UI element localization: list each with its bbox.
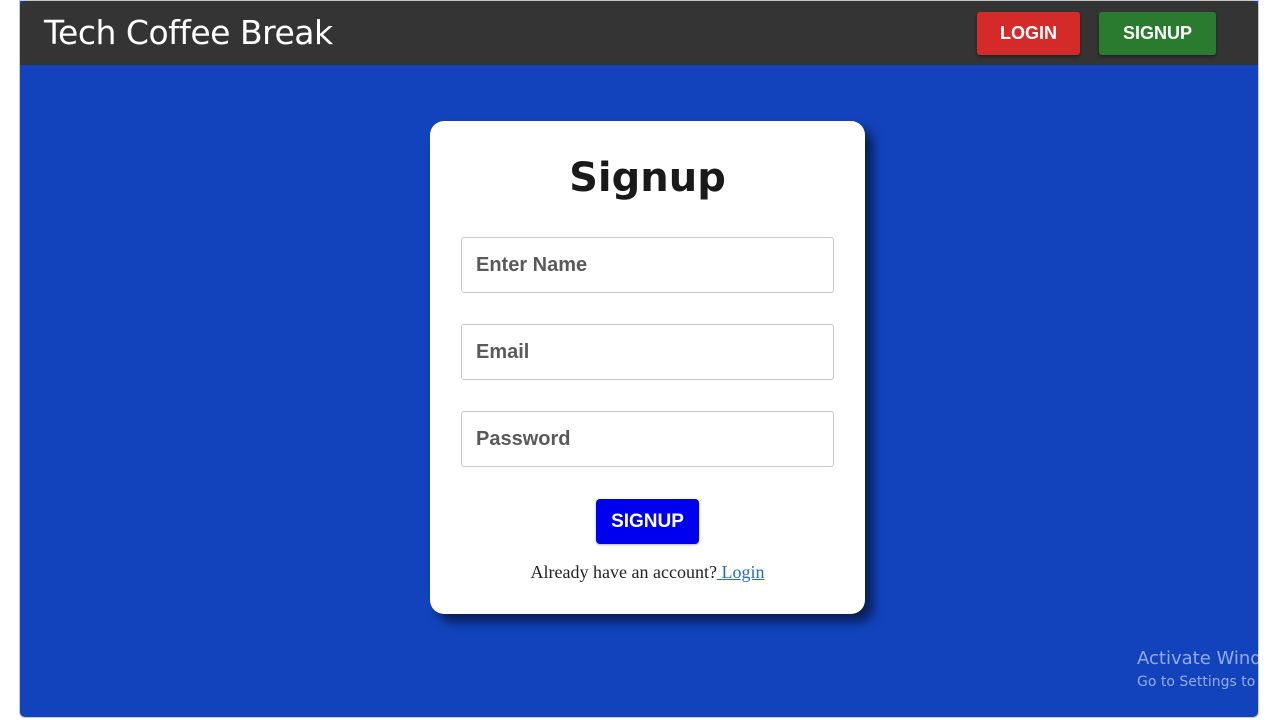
- nav-login-button[interactable]: LOGIN: [977, 12, 1080, 55]
- brand-title[interactable]: Tech Coffee Break: [44, 13, 333, 53]
- top-navbar: Tech Coffee Break LOGIN SIGNUP: [20, 1, 1258, 65]
- login-prompt: Already have an account? Login: [430, 562, 865, 583]
- nav-signup-button[interactable]: SIGNUP: [1099, 12, 1216, 55]
- form-title: Signup: [569, 155, 726, 201]
- password-input[interactable]: [461, 411, 834, 467]
- activate-windows-watermark: Activate Wind Go to Settings to a: [1137, 648, 1268, 692]
- signup-submit-button[interactable]: SIGNUP: [596, 499, 699, 544]
- signup-card: Signup SIGNUP Already have an account? L…: [430, 121, 865, 614]
- email-input[interactable]: [461, 324, 834, 380]
- login-link[interactable]: Login: [717, 562, 764, 582]
- name-input[interactable]: [461, 237, 834, 293]
- login-prompt-text: Already have an account?: [530, 562, 717, 582]
- watermark-line-2: Go to Settings to a: [1137, 674, 1269, 690]
- app-window: Tech Coffee Break LOGIN SIGNUP Signup SI…: [19, 0, 1259, 718]
- watermark-line-1: Activate Wind: [1137, 648, 1262, 669]
